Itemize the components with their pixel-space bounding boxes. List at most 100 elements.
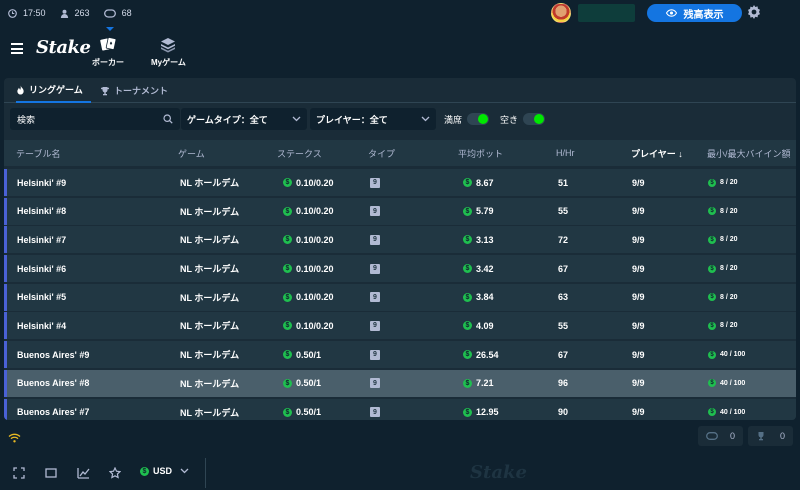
favourite-button[interactable] [108,466,122,484]
stakes: $0.50/1 [283,341,321,368]
wifi-icon [8,433,21,443]
player-count: 9/9 [632,378,645,389]
open-tournaments-counter[interactable]: 0 [748,426,793,446]
hands-per-hour: 55 [558,206,569,217]
tab-poker-label: ポーカー [92,58,124,67]
stakes: $0.10/0.20 [283,169,334,196]
stakes: $0.10/0.20 [283,198,334,225]
game-type-select[interactable]: ゲームタイプ：全て [181,108,307,130]
player-count: 9/9 [632,320,645,331]
col-stakes[interactable]: ステークス [277,140,322,166]
table-type-badge: 9 [370,263,380,274]
empty-seats-toggle[interactable] [523,113,546,125]
table-row-selected[interactable]: Buenos Aires' #8 NL ホールデム $0.50/1 9 $7.2… [4,369,796,397]
hands-per-hour: 67 [558,263,569,274]
bottom-toolbar: $ USD Stake [0,458,800,488]
table-type: 9 [370,312,380,339]
avg-pot-value: 26.54 [476,349,499,360]
table-name: Helsinki' #5 [17,292,67,303]
coin-icon: $ [283,178,292,187]
avg-pot: $7.21 [463,370,494,397]
show-balance-button[interactable]: 残高表示 [647,4,742,22]
table-name: Buenos Aires' #8 [17,378,90,389]
table-row[interactable]: Helsinki' #9 NL ホールデム $0.10/0.20 9 $8.67… [4,169,796,196]
table-row[interactable]: Helsinki' #8 NL ホールデム $0.10/0.20 9 $5.79… [4,197,796,225]
col-game[interactable]: ゲーム [178,140,205,166]
hands-per-hour: 55 [558,320,569,331]
theatre-mode-button[interactable] [45,466,57,484]
stats-button[interactable] [77,466,90,484]
buyin-value: 8 / 20 [720,207,738,215]
coin-icon: $ [708,264,716,273]
buyin-range: $8 / 20 [708,255,738,282]
col-type[interactable]: タイプ [368,140,395,166]
tab-tournaments[interactable]: トーナメント [100,78,168,103]
full-tables-toggle[interactable] [467,113,490,125]
table-name: Buenos Aires' #9 [17,349,90,360]
table-type: 9 [370,169,380,196]
tab-ring-games-label: リングゲーム [29,85,83,95]
hands-per-hour: 51 [558,177,569,188]
search-input[interactable]: 検索 [10,108,180,130]
coin-icon: $ [463,378,472,388]
col-avg-pot[interactable]: 平均ポット [458,140,503,166]
tab-ring-games[interactable]: リングゲーム [16,78,91,103]
table-row[interactable]: Helsinki' #7 NL ホールデム $0.10/0.20 9 $3.13… [4,226,796,254]
col-players[interactable]: プレイヤー ↓ [631,140,683,166]
avatar[interactable] [551,3,571,23]
stakes: $0.10/0.20 [283,284,334,311]
buyin-value: 40 / 100 [720,351,746,359]
tab-my-games[interactable]: Myゲーム [151,33,186,68]
table-row[interactable]: Helsinki' #4 NL ホールデム $0.10/0.20 9 $4.09… [4,312,796,340]
table-name: Helsinki' #4 [17,320,67,331]
table-row[interactable]: Helsinki' #6 NL ホールデム $0.10/0.20 9 $3.42… [4,255,796,283]
table-row[interactable]: Buenos Aires' #9 NL ホールデム $0.50/1 9 $26.… [4,341,796,369]
table-type: 9 [370,198,380,225]
menu-button[interactable] [11,43,23,54]
search-placeholder: 検索 [17,114,36,125]
open-tables-counter[interactable]: 0 [698,426,743,446]
coin-icon: $ [463,350,472,360]
coin-icon: $ [708,293,716,302]
balance-display[interactable] [578,4,635,22]
table-type: 9 [370,341,380,368]
game-name: NL ホールデム [180,206,240,217]
table-name: Helsinki' #9 [17,177,67,188]
coin-icon: $ [708,235,716,244]
currency-select[interactable]: $ USD [140,466,189,476]
settings-button[interactable] [746,4,762,25]
buyin-value: 40 / 100 [720,408,746,416]
coin-icon: $ [463,321,472,331]
col-hands-per-hour[interactable]: H/Hr [556,140,575,166]
lobby-panel: リングゲーム トーナメント 検索 ゲームタイプ：全て プレイヤー：全て 満席 空… [4,78,796,420]
fullscreen-button[interactable] [13,466,25,484]
stake-logo[interactable]: Stake [36,37,91,58]
game-name: NL ホールデム [180,350,240,361]
col-table-name[interactable]: テーブル名 [16,140,60,166]
table-row[interactable]: Helsinki' #5 NL ホールデム $0.10/0.20 9 $3.84… [4,283,796,311]
tab-poker[interactable]: ポーカー [92,33,124,68]
coin-icon: $ [463,407,472,417]
game-name: NL ホールデム [180,378,240,389]
chevron-down-icon [180,468,189,474]
game-name: NL ホールデム [180,321,240,332]
full-tables-toggle-group: 満席 [444,108,490,130]
table-name: Buenos Aires' #7 [17,407,90,417]
game-name: NL ホールデム [180,178,240,188]
coin-icon: $ [708,379,716,388]
col-buyin[interactable]: 最小/最大バイイン額 [707,140,791,166]
coin-icon: $ [140,466,149,476]
users-count: 263 [74,8,90,18]
avg-pot: $26.54 [463,341,499,368]
players-select[interactable]: プレイヤー：全て [310,108,436,130]
clock-icon [8,8,17,18]
stakes-value: 0.10/0.20 [296,206,334,217]
stakes: $0.50/1 [283,370,321,397]
main-nav: Stake ポーカー Myゲーム [0,27,800,74]
user-icon [60,9,68,18]
hands-per-hour: 96 [558,378,569,389]
table-row[interactable]: Buenos Aires' #7 NL ホールデム $0.50/1 9 $12.… [4,398,796,420]
window-icon [45,468,57,478]
avg-pot: $3.13 [463,226,494,253]
table-name: Helsinki' #8 [17,206,67,217]
